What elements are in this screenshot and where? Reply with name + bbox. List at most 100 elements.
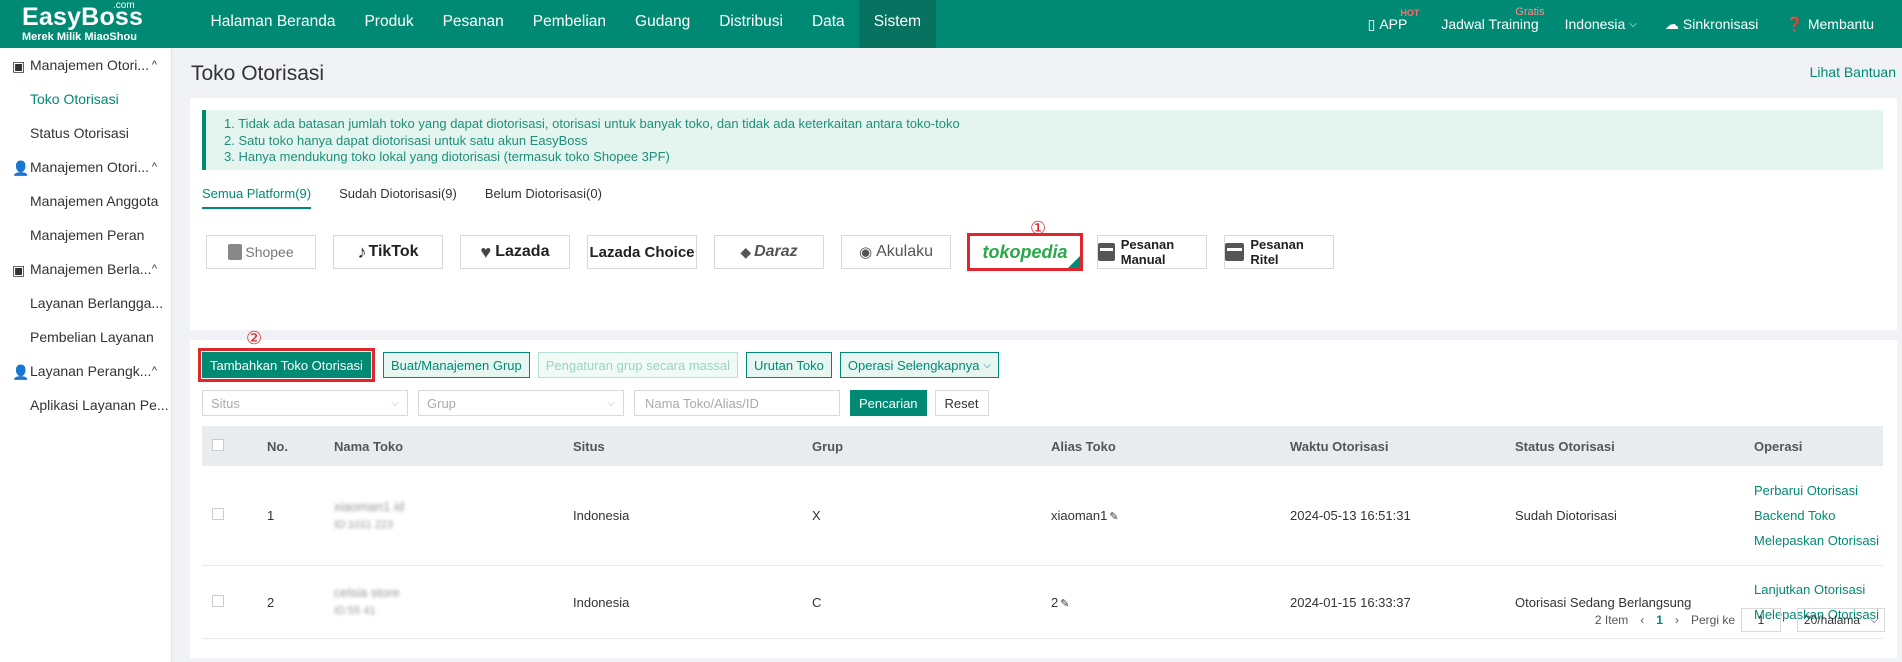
- store-name: celsia store: [334, 585, 400, 600]
- nav-system[interactable]: Sistem: [859, 0, 936, 48]
- store-id: ID:1011 223: [334, 518, 394, 531]
- sync-label: Sinkronisasi: [1682, 16, 1759, 32]
- top-bar: EasyBoss .com Merek Milik MiaoShou Halam…: [0, 0, 1902, 48]
- nav-warehouse[interactable]: Gudang: [621, 0, 705, 48]
- platform-lazada-choice[interactable]: Lazada Choice: [587, 235, 697, 269]
- reset-button[interactable]: Reset: [934, 390, 989, 416]
- training-link[interactable]: Jadwal Training Gratis: [1441, 6, 1544, 32]
- row-no: 1: [267, 508, 275, 523]
- nav-purchase[interactable]: Pembelian: [518, 0, 620, 48]
- store-search-input[interactable]: Nama Toko/Alias/ID: [634, 390, 840, 416]
- tab-authorized[interactable]: Sudah Diotorisasi(9): [339, 186, 457, 209]
- platform-tiktok[interactable]: ♪ TikTok: [333, 235, 443, 269]
- prev-page-button[interactable]: ‹: [1640, 613, 1644, 627]
- platform-manual-order[interactable]: Pesanan Manual: [1097, 235, 1207, 269]
- sidebar-group-subscription[interactable]: ▣ Manajemen Berla... ^: [0, 252, 171, 286]
- sidebar-group-label: Manajemen Otori...: [30, 57, 150, 73]
- platform-label: Akulaku: [876, 243, 933, 260]
- nav-products[interactable]: Produk: [350, 0, 428, 48]
- help-menu[interactable]: ❓ Membantu: [1786, 16, 1874, 33]
- store-id: ID:55 41: [334, 605, 376, 617]
- row-store-name: xiaoman1 id ID:1011 223: [334, 498, 573, 534]
- platform-akulaku[interactable]: ◉ Akulaku: [841, 235, 951, 269]
- release-auth-link[interactable]: Melepaskan Otorisasi: [1754, 533, 1883, 548]
- tab-unauthorized[interactable]: Belum Diotorisasi(0): [485, 186, 602, 209]
- page-size-select[interactable]: 20/halama ⌵: [1797, 608, 1885, 632]
- logo[interactable]: EasyBoss .com Merek Milik MiaoShou: [0, 0, 196, 48]
- platform-daraz[interactable]: ◆ Daraz: [714, 235, 824, 269]
- col-store-name: Nama Toko: [334, 438, 404, 454]
- training-label: Jadwal Training: [1441, 16, 1539, 32]
- sidebar-group-service-tools[interactable]: 👤 Layanan Perangk... ^: [0, 354, 171, 388]
- group-select[interactable]: Grup ⌵: [418, 390, 624, 416]
- phone-icon: ▯: [1367, 15, 1376, 32]
- platform-label: Pesanan Ritel: [1250, 237, 1304, 267]
- main-nav: Halaman Beranda Produk Pesanan Pembelian…: [196, 0, 936, 48]
- page-1-button[interactable]: 1: [1656, 613, 1663, 627]
- platform-label: Lazada Choice: [589, 243, 695, 261]
- sidebar-group-label: Layanan Perangk...: [30, 363, 152, 379]
- more-operations-button[interactable]: Operasi Selengkapnya ⌵: [839, 352, 1000, 378]
- notice-line: 2. Satu toko hanya dapat diotorisasi unt…: [224, 132, 588, 148]
- goto-page-input[interactable]: 1: [1741, 608, 1781, 632]
- select-all-checkbox[interactable]: [212, 438, 224, 451]
- platform-shopee[interactable]: Shopee: [206, 235, 316, 269]
- platform-label: Lazada: [495, 243, 550, 260]
- nav-home[interactable]: Halaman Beranda: [196, 0, 350, 48]
- sync-button[interactable]: ☁ Sinkronisasi: [1665, 16, 1758, 33]
- col-no: No.: [267, 438, 288, 454]
- col-auth-time: Waktu Otorisasi: [1290, 438, 1389, 454]
- sidebar-item-anggota[interactable]: Manajemen Anggota: [0, 184, 171, 218]
- row-group: C: [812, 594, 822, 610]
- manual-order-icon: [1098, 243, 1115, 261]
- edit-pencil-icon[interactable]: ✎: [1060, 598, 1069, 610]
- help-link[interactable]: Lihat Bantuan: [1810, 64, 1896, 80]
- search-button[interactable]: Pencarian: [850, 390, 927, 416]
- nav-distribution[interactable]: Distribusi: [705, 0, 798, 48]
- language-label: Indonesia: [1564, 16, 1626, 32]
- renew-auth-link[interactable]: Perbarui Otorisasi: [1754, 483, 1883, 498]
- row-auth-time: 2024-05-13 16:51:31: [1290, 508, 1411, 523]
- store-icon: ▣: [12, 58, 26, 74]
- sidebar-item-aplikasi-layanan[interactable]: Aplikasi Layanan Pe...: [0, 388, 171, 422]
- nav-data[interactable]: Data: [797, 0, 859, 48]
- sidebar-item-layanan-berlangganan[interactable]: Layanan Berlangga...: [0, 286, 171, 320]
- sidebar-item-toko-otorisasi[interactable]: Toko Otorisasi: [0, 82, 171, 116]
- row-operations: Perbarui Otorisasi Backend Toko Melepask…: [1754, 483, 1883, 548]
- row-no: 2: [267, 594, 275, 610]
- main-content: Toko Otorisasi Lihat Bantuan 1. Tidak ad…: [173, 48, 1902, 662]
- site-select[interactable]: Situs ⌵: [202, 390, 408, 416]
- brand-tagline: Merek Milik MiaoShou: [22, 31, 137, 43]
- platform-tokopedia[interactable]: tokopedia: [967, 233, 1083, 271]
- notice-line: 3. Hanya mendukung toko lokal yang dioto…: [224, 149, 670, 164]
- nav-orders[interactable]: Pesanan: [428, 0, 518, 48]
- platform-lazada[interactable]: ♥ Lazada: [460, 235, 570, 269]
- next-page-button[interactable]: ›: [1675, 613, 1679, 627]
- edit-pencil-icon[interactable]: ✎: [1109, 511, 1118, 523]
- add-authorized-store-button[interactable]: Tambahkan Toko Otorisasi: [198, 348, 375, 382]
- platform-label: Shopee: [245, 244, 294, 260]
- store-order-button[interactable]: Urutan Toko: [746, 352, 832, 378]
- sidebar-item-status-otorisasi[interactable]: Status Otorisasi: [0, 116, 171, 150]
- chevron-down-icon: ⌵: [1870, 614, 1878, 626]
- platform-label: tokopedia: [982, 241, 1068, 262]
- sidebar-item-peran[interactable]: Manajemen Peran: [0, 218, 171, 252]
- row-checkbox[interactable]: [212, 508, 224, 520]
- sidebar-item-pembelian-layanan[interactable]: Pembelian Layanan: [0, 320, 171, 354]
- sidebar-group-auth-store[interactable]: ▣ Manajemen Otori... ^: [0, 48, 171, 82]
- manage-group-button[interactable]: Buat/Manajemen Grup: [382, 352, 530, 378]
- platform-label: TikTok: [368, 243, 419, 260]
- notice-line: 1. Tidak ada batasan jumlah toko yang da…: [224, 116, 960, 131]
- platform-retail-order[interactable]: Pesanan Ritel: [1224, 235, 1334, 269]
- continue-auth-link[interactable]: Lanjutkan Otorisasi: [1754, 582, 1883, 597]
- row-site: Indonesia: [573, 508, 630, 523]
- sidebar-group-auth-member[interactable]: 👤 Manajemen Otori... ^: [0, 150, 171, 184]
- store-backend-link[interactable]: Backend Toko: [1754, 508, 1883, 523]
- app-link[interactable]: ▯ APP HOT: [1367, 8, 1420, 33]
- language-select[interactable]: Indonesia ⌵: [1565, 16, 1637, 32]
- chevron-up-icon: ^: [151, 59, 157, 71]
- tab-all-platform[interactable]: Semua Platform(9): [202, 186, 312, 209]
- row-checkbox[interactable]: [212, 594, 224, 607]
- row-alias: xiaoman1 ✎: [1051, 508, 1290, 523]
- row-store-name: celsia store ID:55 41: [334, 584, 573, 620]
